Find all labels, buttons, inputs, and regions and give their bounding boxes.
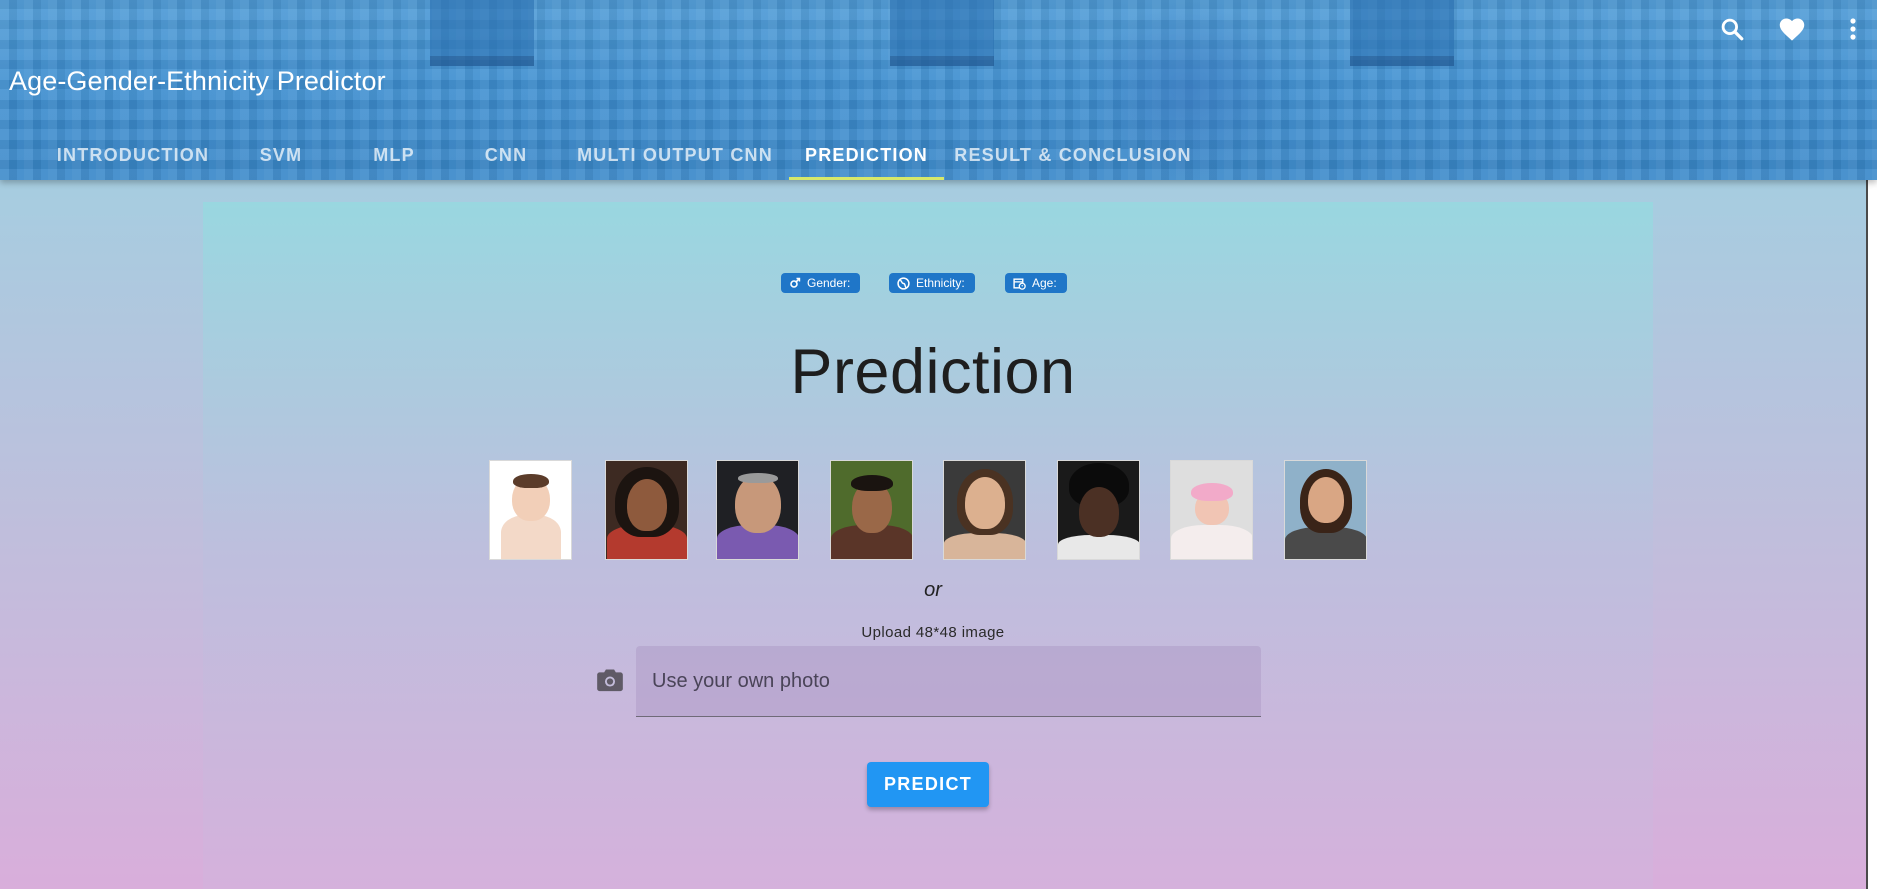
page-title: Prediction (790, 337, 1076, 407)
sample-image-woman[interactable] (943, 460, 1026, 560)
sample-image-man[interactable] (1057, 460, 1140, 560)
photo-file-input[interactable]: Use your own photo (636, 646, 1261, 717)
age-label: Age: (1032, 276, 1057, 290)
sample-image-young-woman[interactable] (605, 460, 688, 560)
camera-icon[interactable] (596, 667, 624, 693)
sample-image-infant[interactable] (1170, 460, 1253, 560)
globe-icon (897, 276, 910, 290)
sample-image-young-man[interactable] (830, 460, 913, 560)
or-separator: or (924, 579, 942, 601)
tab-introduction[interactable]: INTRODUCTION (44, 130, 222, 180)
app-bar: Age-Gender-Ethnicity Predictor INTRODUCT… (0, 0, 1877, 180)
tab-result-conclusion[interactable]: RESULT & CONCLUSION (953, 130, 1193, 180)
upload-hint: Upload 48*48 image (861, 624, 1005, 641)
calendar-clock-icon (1013, 277, 1026, 290)
tab-bar: INTRODUCTION SVM MLP CNN MULTI OUTPUT CN… (0, 130, 1877, 180)
tab-cnn[interactable]: CNN (451, 130, 561, 180)
more-vertical-icon[interactable] (1838, 14, 1868, 44)
gender-label: Gender: (807, 276, 851, 290)
active-tab-indicator (789, 177, 944, 180)
heart-icon[interactable] (1777, 14, 1807, 44)
age-chip: Age: (1005, 273, 1067, 293)
gender-chip: Gender: (781, 273, 861, 293)
tab-multi-output-cnn[interactable]: MULTI OUTPUT CNN (570, 130, 780, 180)
sample-image-middle-aged-woman[interactable] (1284, 460, 1367, 560)
sample-image-baby[interactable] (489, 460, 572, 560)
ethnicity-chip: Ethnicity: (889, 273, 975, 293)
background-photo-card (1350, 0, 1454, 66)
app-title: Age-Gender-Ethnicity Predictor (9, 66, 386, 96)
predict-button[interactable]: PREDICT (867, 762, 989, 807)
search-icon[interactable] (1717, 14, 1747, 44)
tab-svm[interactable]: SVM (226, 130, 336, 180)
tab-mlp[interactable]: MLP (339, 130, 449, 180)
sample-image-older-man[interactable] (716, 460, 799, 560)
file-input-placeholder: Use your own photo (652, 670, 830, 692)
background-photo-card (430, 0, 534, 66)
background-photo-card (890, 0, 994, 66)
scrollbar[interactable] (1866, 180, 1877, 889)
ethnicity-label: Ethnicity: (916, 276, 965, 290)
tab-prediction[interactable]: PREDICTION (789, 130, 944, 180)
gender-icon (790, 277, 801, 288)
